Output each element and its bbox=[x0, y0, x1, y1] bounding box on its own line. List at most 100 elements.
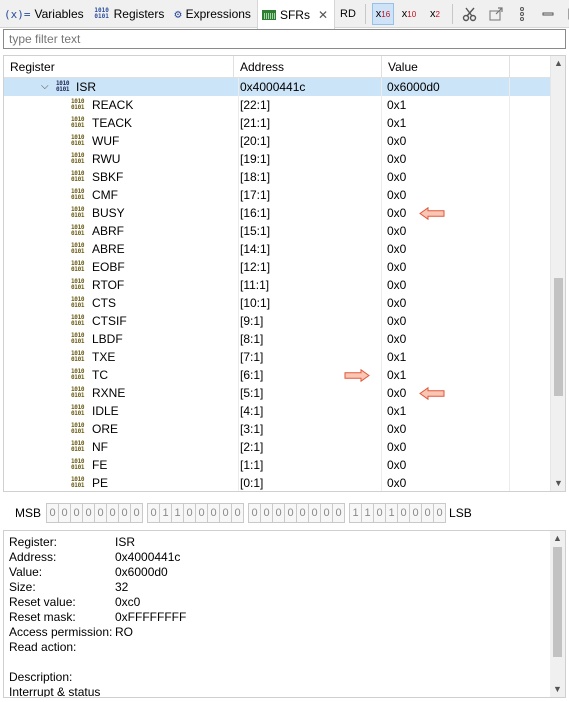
address-cell: [15:1] bbox=[238, 222, 380, 240]
scroll-up-icon[interactable]: ▲ bbox=[551, 56, 565, 71]
register-cell: 1010 0101 CMF bbox=[4, 186, 234, 204]
field-row-ore[interactable]: 1010 0101 ORE [3:1] 0x0 bbox=[4, 420, 550, 438]
bit-cell[interactable]: 0 bbox=[332, 503, 346, 523]
value-cell[interactable]: 0x0 bbox=[381, 186, 509, 204]
field-row-fe[interactable]: 1010 0101 FE [1:1] 0x0 bbox=[4, 456, 550, 474]
address-cell: [4:1] bbox=[238, 402, 380, 420]
field-name: LBDF bbox=[92, 332, 123, 346]
view-menu-button[interactable] bbox=[511, 3, 533, 25]
field-row-tc[interactable]: 1010 0101 TC [6:1] 0x1 bbox=[4, 366, 550, 384]
register-cell: 1010 0101 TEACK bbox=[4, 114, 234, 132]
field-row-ctsif[interactable]: 1010 0101 CTSIF [9:1] 0x0 bbox=[4, 312, 550, 330]
scroll-up-icon[interactable]: ▲ bbox=[550, 531, 565, 546]
bit-cell[interactable]: 0 bbox=[231, 503, 245, 523]
value-cell[interactable]: 0x0 bbox=[381, 132, 509, 150]
field-row-txe[interactable]: 1010 0101 TXE [7:1] 0x1 bbox=[4, 348, 550, 366]
field-bitrange: [22:1] bbox=[240, 98, 271, 112]
maximize-button[interactable] bbox=[563, 3, 569, 25]
value-cell[interactable]: 0x0 bbox=[381, 384, 509, 402]
field-row-cmf[interactable]: 1010 0101 CMF [17:1] 0x0 bbox=[4, 186, 550, 204]
value-cell[interactable]: 0x1 bbox=[381, 402, 509, 420]
tab-variables-label: Variables bbox=[34, 7, 84, 21]
detail-row: Interrupt & status bbox=[9, 685, 539, 697]
tab-expressions[interactable]: ⚙ Expressions bbox=[170, 0, 257, 28]
field-row-rwu[interactable]: 1010 0101 RWU [19:1] 0x0 bbox=[4, 150, 550, 168]
value-cell[interactable]: 0x1 bbox=[344, 366, 509, 384]
value-cell[interactable]: 0x0 bbox=[381, 276, 509, 294]
field-row-abre[interactable]: 1010 0101 ABRE [14:1] 0x0 bbox=[4, 240, 550, 258]
value-cell[interactable]: 0x0 bbox=[381, 222, 509, 240]
bit-cell[interactable]: 0 bbox=[130, 503, 144, 523]
table-vertical-scrollbar[interactable]: ▲ ▼ bbox=[550, 56, 565, 491]
value-cell[interactable]: 0x0 bbox=[381, 330, 509, 348]
chevron-down-icon[interactable]: ⌵ bbox=[41, 78, 49, 96]
value-cell[interactable]: 0x1 bbox=[381, 96, 509, 114]
bit-cell[interactable]: 0 bbox=[433, 503, 447, 523]
export-button[interactable] bbox=[485, 3, 507, 25]
field-row-lbdf[interactable]: 1010 0101 LBDF [8:1] 0x0 bbox=[4, 330, 550, 348]
field-value: 0x0 bbox=[387, 134, 407, 148]
filter-input[interactable] bbox=[3, 29, 566, 49]
field-value: 0x0 bbox=[387, 440, 407, 454]
value-cell[interactable]: 0x0 bbox=[381, 438, 509, 456]
field-row-teack[interactable]: 1010 0101 TEACK [21:1] 0x1 bbox=[4, 114, 550, 132]
field-binary-icon: 1010 0101 bbox=[71, 404, 85, 417]
scrollbar-thumb[interactable] bbox=[554, 278, 563, 396]
field-row-reack[interactable]: 1010 0101 REACK [22:1] 0x1 bbox=[4, 96, 550, 114]
register-row-isr[interactable]: ⌵ 1010 0101 ISR 0x4000441c 0x6000d0 bbox=[4, 78, 550, 96]
field-row-rtof[interactable]: 1010 0101 RTOF [11:1] 0x0 bbox=[4, 276, 550, 294]
binary-format-button[interactable]: x2 bbox=[424, 3, 446, 25]
address-cell: [5:1] bbox=[238, 384, 380, 402]
field-row-pe[interactable]: 1010 0101 PE [0:1] 0x0 bbox=[4, 474, 550, 491]
value-cell[interactable]: 0x0 bbox=[381, 312, 509, 330]
value-cell[interactable]: 0x1 bbox=[381, 114, 509, 132]
field-row-abrf[interactable]: 1010 0101 ABRF [15:1] 0x0 bbox=[4, 222, 550, 240]
field-row-sbkf[interactable]: 1010 0101 SBKF [18:1] 0x0 bbox=[4, 168, 550, 186]
field-row-wuf[interactable]: 1010 0101 WUF [20:1] 0x0 bbox=[4, 132, 550, 150]
extra-cell bbox=[509, 168, 550, 186]
value-cell[interactable]: 0x6000d0 bbox=[381, 78, 509, 96]
left-arrow-marker bbox=[419, 207, 445, 220]
hex-format-button[interactable]: x 16 bbox=[372, 3, 394, 25]
details-vertical-scrollbar[interactable]: ▲ ▼ bbox=[550, 531, 565, 697]
value-cell[interactable]: 0x0 bbox=[381, 240, 509, 258]
column-header-address[interactable]: Address bbox=[234, 56, 382, 78]
field-row-cts[interactable]: 1010 0101 CTS [10:1] 0x0 bbox=[4, 294, 550, 312]
value-cell[interactable]: 0x0 bbox=[381, 474, 509, 491]
value-cell[interactable]: 0x0 bbox=[381, 294, 509, 312]
value-cell[interactable]: 0x0 bbox=[381, 456, 509, 474]
extra-cell bbox=[509, 132, 550, 150]
bit-group: 00000000 bbox=[46, 503, 144, 523]
value-cell[interactable]: 0x0 bbox=[381, 420, 509, 438]
field-name: IDLE bbox=[92, 404, 119, 418]
value-cell[interactable]: 0x0 bbox=[381, 204, 509, 222]
rd-button[interactable]: RD bbox=[337, 3, 359, 25]
field-value: 0x0 bbox=[387, 278, 407, 292]
tab-registers[interactable]: 1010 0101 Registers bbox=[90, 0, 171, 28]
field-binary-icon: 1010 0101 bbox=[71, 260, 85, 273]
field-row-rxne[interactable]: 1010 0101 RXNE [5:1] 0x0 bbox=[4, 384, 550, 402]
configure-button[interactable] bbox=[459, 3, 481, 25]
close-tab-icon[interactable]: ✕ bbox=[318, 8, 328, 22]
field-row-busy[interactable]: 1010 0101 BUSY [16:1] 0x0 bbox=[4, 204, 550, 222]
address-cell: [1:1] bbox=[238, 456, 380, 474]
field-row-idle[interactable]: 1010 0101 IDLE [4:1] 0x1 bbox=[4, 402, 550, 420]
scroll-down-icon[interactable]: ▼ bbox=[550, 682, 565, 697]
column-header-value[interactable]: Value bbox=[382, 56, 510, 78]
scrollbar-thumb[interactable] bbox=[553, 547, 562, 657]
field-row-nf[interactable]: 1010 0101 NF [2:1] 0x0 bbox=[4, 438, 550, 456]
field-row-eobf[interactable]: 1010 0101 EOBF [12:1] 0x0 bbox=[4, 258, 550, 276]
value-cell[interactable]: 0x0 bbox=[381, 258, 509, 276]
scroll-down-icon[interactable]: ▼ bbox=[551, 476, 565, 491]
column-header-register[interactable]: Register bbox=[4, 56, 234, 78]
address-cell: [19:1] bbox=[238, 150, 380, 168]
field-binary-icon: 1010 0101 bbox=[71, 368, 85, 381]
value-cell[interactable]: 0x0 bbox=[381, 168, 509, 186]
minimize-button[interactable] bbox=[537, 3, 559, 25]
register-cell: 1010 0101 NF bbox=[4, 438, 234, 456]
tab-variables[interactable]: (x)= Variables bbox=[0, 0, 90, 28]
value-cell[interactable]: 0x0 bbox=[381, 150, 509, 168]
tab-sfrs[interactable]: SFRs ✕ bbox=[256, 0, 335, 29]
decimal-format-button[interactable]: x 10 bbox=[398, 3, 420, 25]
value-cell[interactable]: 0x1 bbox=[381, 348, 509, 366]
